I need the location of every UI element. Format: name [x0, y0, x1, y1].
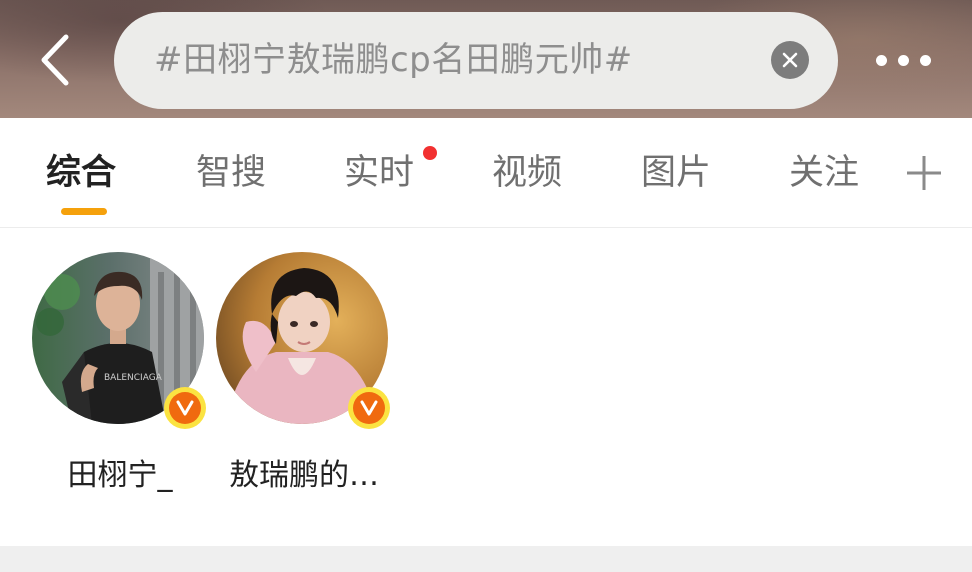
- user-card-tian-xuning[interactable]: BALENCIAGA 田栩宁_: [32, 252, 208, 493]
- tab-comprehensive[interactable]: 综合: [46, 148, 116, 198]
- plus-icon: [907, 156, 941, 190]
- search-input[interactable]: #田栩宁敖瑞鹏cp名田鹏元帅#: [114, 12, 838, 109]
- section-divider: [0, 546, 972, 572]
- tab-realtime[interactable]: 实时: [344, 148, 414, 198]
- user-card-ao-ruipeng[interactable]: 敖瑞鹏的…: [216, 252, 392, 493]
- clear-search-button[interactable]: [771, 41, 809, 79]
- more-horizontal-icon: [875, 54, 887, 66]
- close-icon: [782, 52, 798, 68]
- user-name[interactable]: 敖瑞鹏的…: [206, 450, 402, 494]
- more-horizontal-icon: [919, 54, 931, 66]
- tab-following[interactable]: 关注: [789, 148, 859, 198]
- chevron-left-icon: [41, 34, 69, 86]
- back-button[interactable]: [30, 30, 80, 90]
- search-query-text: #田栩宁敖瑞鹏cp名田鹏元帅#: [154, 40, 633, 80]
- active-tab-indicator: [61, 208, 107, 215]
- tab-images[interactable]: 图片: [641, 148, 711, 198]
- add-tab-button[interactable]: [904, 153, 944, 193]
- more-options-button[interactable]: [866, 40, 940, 80]
- tab-bar: 综合 智搜 实时 视频 图片 关注: [0, 118, 972, 228]
- tab-smart-search[interactable]: 智搜: [196, 148, 266, 198]
- user-name[interactable]: 田栩宁_: [22, 450, 218, 494]
- verified-badge-icon: [348, 387, 390, 429]
- verified-badge-icon: [164, 387, 206, 429]
- tab-video[interactable]: 视频: [492, 148, 562, 198]
- svg-text:BALENCIAGA: BALENCIAGA: [104, 373, 163, 383]
- more-horizontal-icon: [897, 54, 909, 66]
- top-header: #田栩宁敖瑞鹏cp名田鹏元帅#: [0, 0, 972, 118]
- realtime-notification-dot: [423, 146, 437, 160]
